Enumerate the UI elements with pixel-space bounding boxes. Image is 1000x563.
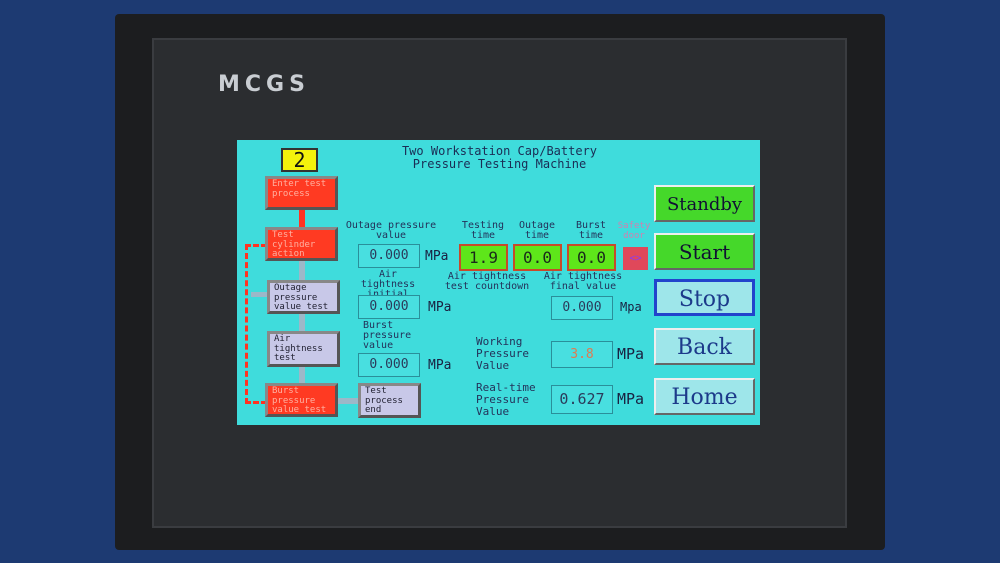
flow-connector [338,398,358,404]
testing-time-value: 1.9 [459,244,508,271]
realtime-pressure-unit: MPa [617,390,645,408]
burst-pressure-unit: MPa [428,358,452,373]
outage-time-label: Outage time [518,220,556,241]
realtime-pressure-label: Real-time Pressure Value [476,381,536,418]
flow-connector [299,261,305,280]
working-pressure-unit: MPa [617,345,645,363]
burst-pressure-value: 0.000 [358,353,420,377]
flow-step-enter-test[interactable]: Enter test process [265,176,338,210]
testing-time-label: Testing time [461,220,505,241]
safety-door-indicator: <> [623,247,648,270]
stop-button[interactable]: Stop [654,279,755,316]
flow-step-test-end[interactable]: Test process end [358,383,421,418]
realtime-pressure-value: 0.627 [551,385,613,414]
outage-pressure-label: Outage pressure value [345,220,437,241]
air-final-unit: Mpa [620,300,642,314]
title-line-2: Pressure Testing Machine [412,157,587,171]
burst-pressure-label: Burst pressure value [363,320,412,351]
flow-step-burst-test[interactable]: Burst pressure value test [265,383,338,417]
brand-logo: MCGS [218,72,310,97]
safety-door-label: Safety door [617,221,651,241]
working-pressure-value[interactable]: 3.8 [551,341,613,368]
start-button[interactable]: Start [654,233,755,270]
air-final-label: Air tightness final value [543,271,623,292]
flow-connector [299,314,305,331]
flow-connector [299,209,305,227]
air-initial-unit: MPa [428,300,452,315]
countdown-label: Air tightness test countdown [444,271,530,292]
working-pressure-label: Working Pressure Value [476,335,529,372]
outage-pressure-unit: MPa [425,249,449,264]
burst-time-label: Burst time [575,220,607,241]
burst-time-value: 0.0 [567,244,616,271]
air-final-value: 0.000 [551,296,613,320]
outage-time-value: 0.0 [513,244,562,271]
flow-step-air-tightness[interactable]: Air tightness test [267,331,340,367]
loop-dashed-line [245,244,267,404]
touch-screen: Two Workstation Cap/Battery Pressure Test… [237,140,760,425]
outage-pressure-value: 0.000 [358,244,420,268]
page-title: Two Workstation Cap/Battery Pressure Test… [357,145,642,171]
back-button[interactable]: Back [654,328,755,365]
standby-button[interactable]: Standby [654,185,755,222]
workstation-number: 2 [281,148,318,172]
flow-connector [299,365,305,383]
flow-step-cylinder-action[interactable]: Test cylinder action [265,227,338,261]
home-button[interactable]: Home [654,378,755,415]
flow-step-outage-test[interactable]: Outage pressure value test [267,280,340,314]
air-initial-value: 0.000 [358,295,420,319]
